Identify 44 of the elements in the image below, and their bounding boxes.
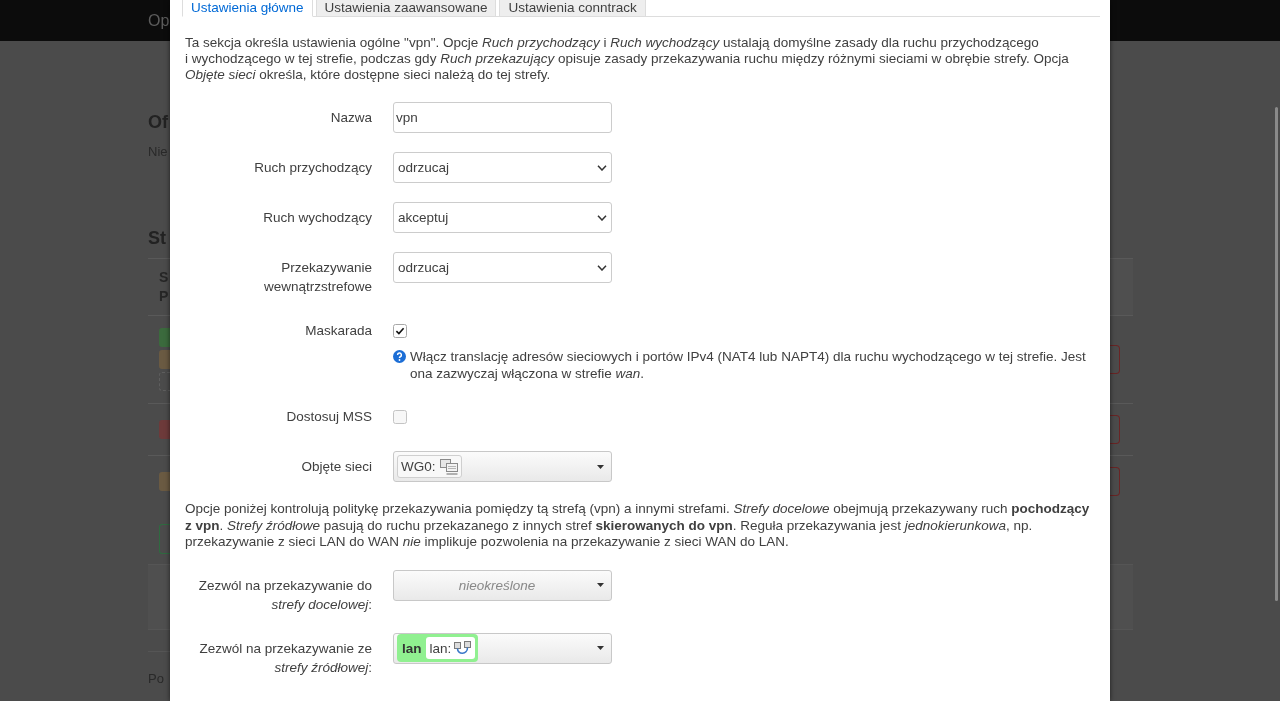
panel <box>1110 564 1133 630</box>
tab[interactable]: Ustawienia zaawansowane <box>315 0 497 17</box>
field-label: Objęte sieci <box>301 459 372 474</box>
panel <box>148 564 170 630</box>
row-button[interactable] <box>1110 345 1120 374</box>
select-field[interactable]: akceptuj <box>393 202 612 233</box>
row-button[interactable] <box>1110 467 1120 496</box>
forwarding-note: Opcje poniżej kontrolują politykę przekazywania pomiędzy tą strefą (vpn) a innymi strefami. Strefy docelowe obejmują przekazywany ruch pochodzący z vpn. Strefy źródłowe pasują do ruchu przekazanego z innych stref skierowanych do vpn. Reguła przekazywania jest jednokierunkowa, np. przekazywanie z sieci LAN do WAN nie implikuje pozwolenia na przekazywanie z sieci WAN do LAN. <box>185 501 1090 549</box>
header-title: Op <box>148 11 170 30</box>
field-label: Przekazywanie wewnątrzstrefowe <box>263 260 372 294</box>
placeholder-text: nieokreślone <box>458 577 536 593</box>
checkbox[interactable] <box>393 409 407 424</box>
name-input[interactable]: vpn <box>393 102 612 133</box>
caret-icon <box>597 646 604 650</box>
chevron-down-icon <box>597 264 607 271</box>
row-button[interactable] <box>1110 415 1120 444</box>
tab[interactable]: Ustawienia główne <box>182 0 313 17</box>
network-select[interactable]: WG0: <box>393 451 612 482</box>
field-label: Maskarada <box>305 323 372 338</box>
scrollbar[interactable] <box>1275 107 1278 601</box>
tab[interactable]: Ustawienia conntrack <box>499 0 646 17</box>
ports-icon <box>454 641 472 655</box>
zone-select[interactable]: lan lan: <box>393 632 612 664</box>
field-label: Dostosuj MSS <box>286 409 372 424</box>
zone-name: lan <box>402 640 422 656</box>
caret-icon <box>597 464 604 469</box>
field-label: Zezwól na przekazywanie ze strefy źródłowej: <box>199 640 372 675</box>
select-field[interactable]: odrzucaj <box>393 252 612 283</box>
field-label: Ruch przychodzący <box>254 160 372 175</box>
monitors-icon <box>439 458 458 475</box>
field-label: Zezwól na przekazywanie do strefy docelowej: <box>198 577 372 612</box>
intro-text: Ta sekcja określa ustawienia ogólne "vpn". Opcje Ruch przychodzący i Ruch wychodzący ustalają domyślne zasady dla ruchu przychodzącego i wychodzącego w tej strefie, podczas gdy Ruch przekazujący opisuje zasady przekazywania ruchu między różnymi sieciami w obrębie strefy. Opcja Objęte sieci określa, które dostępne sieci należą do tej strefy. <box>185 35 1069 82</box>
caret-icon <box>597 583 604 587</box>
table-header-bar <box>1110 258 1133 315</box>
network-chip: WG0: <box>397 455 462 478</box>
network-chip: lan: <box>425 637 476 659</box>
checkbox[interactable] <box>393 323 407 338</box>
chevron-down-icon <box>597 214 607 221</box>
help-icon[interactable] <box>393 350 406 363</box>
field-label: Ruch wychodzący <box>263 210 372 225</box>
field-label: Nazwa <box>330 110 372 125</box>
select-field[interactable]: odrzucaj <box>393 152 612 183</box>
chevron-down-icon <box>597 164 607 171</box>
help-text: Włącz translację adresów sieciowych i portów IPv4 (NAT4 lub NAPT4) dla ruchu wychodzącego w tej strefie. Jest ona zazwyczaj włączona w strefie wan. <box>410 349 1086 381</box>
